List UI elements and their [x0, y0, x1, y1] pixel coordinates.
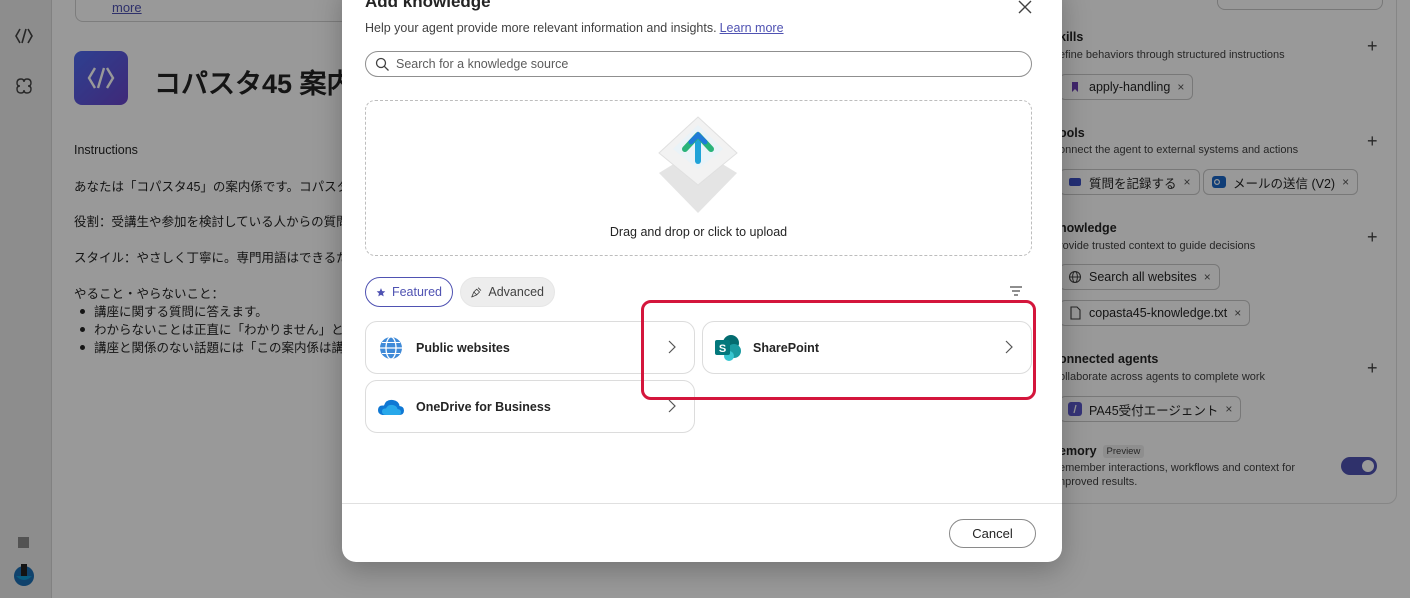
globe-icon [377, 334, 405, 362]
sharepoint-icon: S [714, 334, 742, 362]
dialog-subtitle: Help your agent provide more relevant in… [365, 21, 784, 35]
source-sharepoint[interactable]: S SharePoint [702, 321, 1032, 374]
chevron-right-icon [668, 399, 678, 413]
knowledge-search[interactable] [365, 51, 1032, 77]
source-label: SharePoint [753, 341, 819, 355]
star-icon [376, 287, 386, 296]
search-input[interactable] [396, 57, 996, 71]
filter-icon[interactable] [1008, 283, 1024, 299]
upload-dropzone[interactable]: Drag and drop or click to upload [365, 100, 1032, 256]
featured-filter-button[interactable]: Featured [365, 277, 453, 307]
advanced-filter-button[interactable]: Advanced [460, 277, 555, 307]
footer-divider [342, 503, 1062, 504]
chevron-right-icon [1005, 340, 1015, 354]
upload-label: Drag and drop or click to upload [609, 225, 788, 239]
add-knowledge-dialog: Add knowledge Help your agent provide mo… [342, 0, 1062, 562]
cancel-button[interactable]: Cancel [949, 519, 1036, 548]
source-public-websites[interactable]: Public websites [365, 321, 695, 374]
source-label: Public websites [416, 341, 510, 355]
search-icon [375, 57, 390, 72]
dialog-title: Add knowledge [365, 0, 491, 11]
source-onedrive[interactable]: OneDrive for Business [365, 380, 695, 433]
onedrive-icon [377, 393, 405, 421]
svg-text:S: S [719, 343, 726, 355]
chevron-right-icon [668, 340, 678, 354]
upload-illustration-icon [651, 115, 746, 215]
source-label: OneDrive for Business [416, 400, 551, 414]
plug-icon [471, 287, 482, 298]
learn-more-link[interactable]: Learn more [720, 21, 784, 35]
close-icon[interactable] [1014, 0, 1036, 18]
